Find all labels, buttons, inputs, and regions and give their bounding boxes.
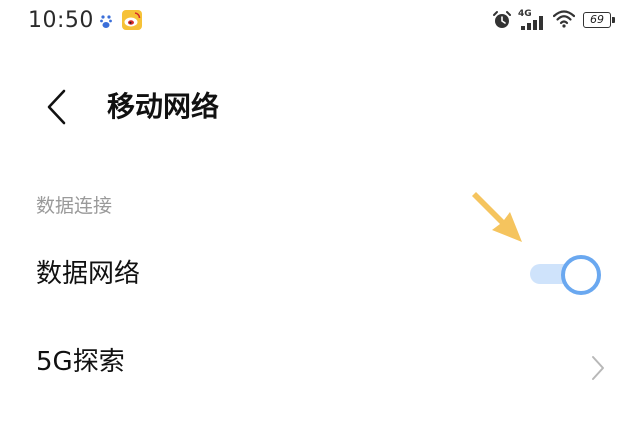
- battery-icon: 69: [583, 12, 617, 30]
- status-time: 10:50: [28, 8, 94, 33]
- data-network-toggle[interactable]: [530, 254, 602, 295]
- status-bar: 10:50 4G 69: [0, 0, 640, 44]
- signal-icon: [521, 16, 543, 30]
- weibo-icon: [122, 10, 142, 30]
- toggle-knob: [561, 255, 601, 295]
- page-title: 移动网络: [107, 90, 220, 123]
- 5g-explore-label: 5G探索: [36, 347, 125, 377]
- 5g-explore-row[interactable]: 5G探索: [0, 328, 640, 408]
- paw-icon: [100, 15, 112, 28]
- back-button[interactable]: [40, 86, 76, 128]
- wifi-icon: [553, 10, 575, 28]
- section-label-data-connection: 数据连接: [36, 195, 113, 217]
- chevron-right-icon: [592, 356, 604, 380]
- data-network-label: 数据网络: [36, 259, 141, 289]
- battery-level: 69: [583, 12, 611, 28]
- data-network-row[interactable]: 数据网络: [0, 234, 640, 314]
- chevron-left-icon: [47, 89, 66, 125]
- battery-tip: [612, 17, 615, 23]
- alarm-icon: [493, 11, 511, 28]
